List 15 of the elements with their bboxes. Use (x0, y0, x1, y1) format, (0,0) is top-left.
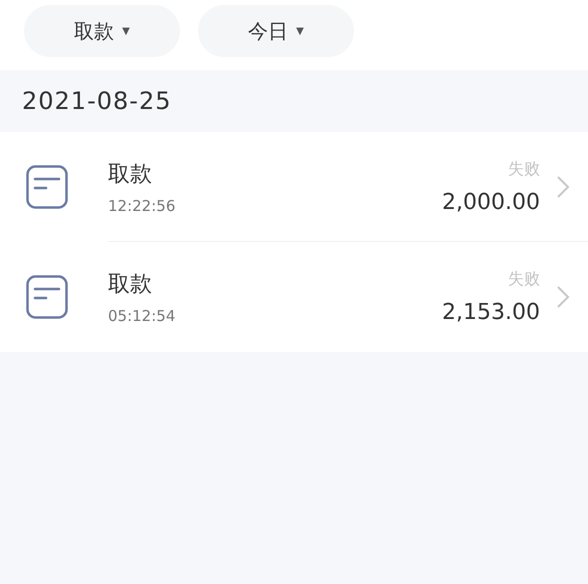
date-header: 2021-08-25 (21, 86, 172, 117)
transaction-status: 失败 (508, 269, 540, 290)
chevron-right-icon[interactable] (556, 285, 570, 309)
transaction-status: 失败 (508, 159, 540, 180)
filter-dropdown[interactable]: 今日 ▼ (198, 5, 354, 57)
chevron-right-icon[interactable] (556, 175, 570, 199)
document-icon (26, 275, 68, 319)
filter-dropdown[interactable]: 取款 ▼ (24, 5, 180, 57)
transaction-amount: 2,000.00 (442, 190, 540, 215)
transaction-time: 12:22:56 (108, 197, 176, 215)
transaction-time: 05:12:54 (108, 307, 176, 325)
transaction-title: 取款 (108, 161, 153, 189)
transaction-amount: 2,153.00 (442, 300, 540, 325)
document-icon (26, 165, 68, 209)
transaction-title: 取款 (108, 271, 153, 299)
